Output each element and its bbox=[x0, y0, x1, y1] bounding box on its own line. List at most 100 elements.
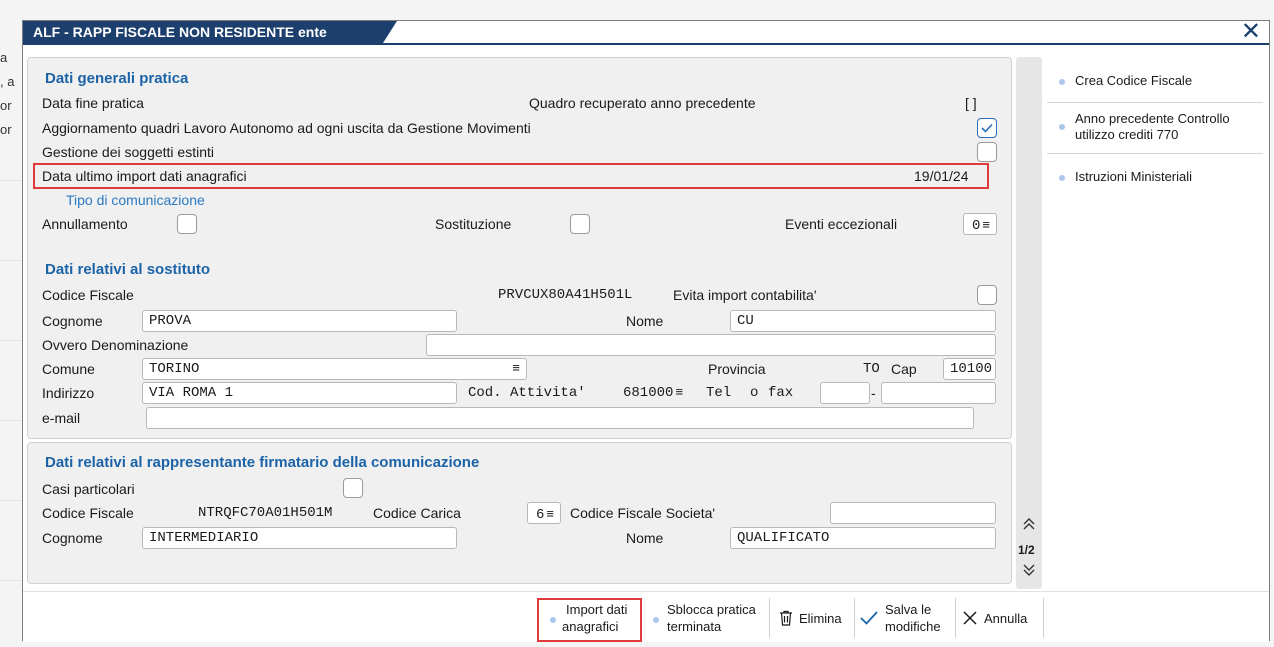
label-email: e-mail bbox=[42, 410, 81, 426]
value-quadro-recuperato: [ ] bbox=[965, 95, 977, 111]
bullet-icon bbox=[550, 617, 556, 623]
toolbar-separator bbox=[854, 598, 855, 638]
input-comune[interactable]: TORINO ≡ bbox=[142, 358, 527, 380]
label-annullamento: Annullamento bbox=[42, 216, 128, 232]
label-casi-particolari: Casi particolari bbox=[42, 481, 135, 497]
checkbox-sostituzione[interactable] bbox=[570, 214, 590, 234]
checkbox-evita-import[interactable] bbox=[977, 285, 997, 305]
label-codice-fiscale-rappresentante: Codice Fiscale bbox=[42, 505, 134, 521]
value-cod-attivita[interactable]: 681000 ≡ bbox=[623, 385, 683, 401]
background-divider bbox=[0, 500, 22, 501]
label-data-fine-pratica: Data fine pratica bbox=[42, 95, 144, 111]
cod-attivita-text: 681000 bbox=[623, 385, 674, 401]
dialog-title: ALF - RAPP FISCALE NON RESIDENTE ente bbox=[23, 21, 383, 43]
side-separator bbox=[1047, 153, 1263, 154]
value-provincia[interactable]: TO bbox=[863, 361, 880, 377]
trash-icon bbox=[779, 610, 793, 630]
label-evita-import: Evita import contabilita' bbox=[673, 287, 817, 303]
section-title-general: Dati generali pratica bbox=[45, 70, 189, 87]
sblocca-pratica-button[interactable]: Sblocca pratica terminata bbox=[649, 598, 764, 640]
action-label: Crea Codice Fiscale bbox=[1075, 73, 1193, 88]
label-o: o bbox=[750, 385, 759, 401]
double-chevron-up-icon[interactable] bbox=[1022, 517, 1036, 534]
label-cognome-rappresentante: Cognome bbox=[42, 530, 103, 546]
button-label-line2: terminata bbox=[667, 619, 722, 634]
menu-icon: ≡ bbox=[512, 361, 520, 376]
action-label: Istruzioni Ministeriali bbox=[1075, 169, 1193, 184]
background-text: or bbox=[0, 122, 12, 137]
page-scrollbar[interactable]: 1/2 bbox=[1016, 57, 1042, 589]
bullet-icon bbox=[653, 617, 659, 623]
bullet-icon bbox=[1059, 79, 1065, 85]
general-panel: Dati generali pratica Data fine pratica … bbox=[27, 57, 1012, 439]
label-ovvero-denominazione: Ovvero Denominazione bbox=[42, 337, 189, 353]
background-divider bbox=[0, 180, 22, 181]
bullet-icon bbox=[1059, 175, 1065, 181]
label-eventi-eccezionali: Eventi eccezionali bbox=[785, 216, 898, 232]
select-codice-carica[interactable]: 6 ≡ bbox=[527, 502, 561, 524]
menu-icon: ≡ bbox=[675, 385, 684, 400]
input-indirizzo[interactable]: VIA ROMA 1 bbox=[142, 382, 457, 404]
label-cf-societa: Codice Fiscale Societa' bbox=[570, 505, 716, 521]
button-label-line2: anagrafici bbox=[562, 619, 619, 634]
value-codice-fiscale-sostituto[interactable]: PRVCUX80A41H501L bbox=[498, 287, 632, 303]
menu-icon: ≡ bbox=[982, 217, 990, 232]
tel-separator: - bbox=[871, 385, 876, 401]
background-divider bbox=[0, 580, 22, 581]
input-cf-societa[interactable] bbox=[830, 502, 996, 524]
checkbox-casi-particolari[interactable] bbox=[343, 478, 363, 498]
label-cod-attivita: Cod. Attivita' bbox=[468, 385, 586, 401]
annulla-button[interactable]: Annulla bbox=[962, 598, 1042, 640]
background-text: or bbox=[0, 98, 12, 113]
close-icon[interactable]: ✕ bbox=[1241, 20, 1261, 44]
double-chevron-down-icon[interactable] bbox=[1022, 563, 1036, 580]
side-separator bbox=[1047, 102, 1263, 103]
salva-modifiche-button[interactable]: Salva le modifiche bbox=[859, 598, 954, 640]
label-codice-carica: Codice Carica bbox=[373, 505, 461, 521]
check-icon bbox=[859, 610, 879, 630]
background-divider bbox=[0, 260, 22, 261]
background-divider bbox=[0, 420, 22, 421]
label-quadro-recuperato: Quadro recuperato anno precedente bbox=[529, 95, 756, 111]
value-data-ultimo-import: 19/01/24 bbox=[914, 168, 969, 184]
input-nome-sostituto[interactable]: CU bbox=[730, 310, 996, 332]
input-nome-rappresentante[interactable]: QUALIFICATO bbox=[730, 527, 996, 549]
toolbar-separator bbox=[955, 598, 956, 638]
label-sostituzione: Sostituzione bbox=[435, 216, 512, 232]
label-provincia: Provincia bbox=[708, 361, 766, 377]
button-label-line1: Salva le bbox=[885, 602, 932, 617]
menu-icon: ≡ bbox=[546, 506, 554, 521]
action-label-line2: utilizzo crediti 770 bbox=[1075, 127, 1179, 142]
background-divider bbox=[0, 340, 22, 341]
checkbox-gestione-soggetti[interactable] bbox=[977, 142, 997, 162]
page-indicator: 1/2 bbox=[1018, 543, 1035, 557]
subtitle-tipo-comunicazione: Tipo di comunicazione bbox=[66, 192, 205, 208]
toolbar-separator bbox=[1043, 598, 1044, 638]
button-label-line1: Sblocca pratica bbox=[667, 602, 756, 617]
input-tel-number[interactable] bbox=[881, 382, 996, 404]
select-eventi-eccezionali[interactable]: 0 ≡ bbox=[963, 213, 997, 235]
label-comune: Comune bbox=[42, 361, 95, 377]
checkbox-annullamento[interactable] bbox=[177, 214, 197, 234]
value-codice-carica: 6 bbox=[536, 507, 545, 523]
elimina-button[interactable]: Elimina bbox=[777, 598, 853, 640]
input-tel-prefix[interactable] bbox=[820, 382, 870, 404]
value-codice-fiscale-rappresentante[interactable]: NTRQFC70A01H501M bbox=[198, 505, 332, 521]
button-label: Annulla bbox=[984, 611, 1028, 626]
background-text: a bbox=[0, 50, 8, 65]
import-dati-anagrafici-button[interactable]: Import dati anagrafici bbox=[550, 598, 640, 640]
title-underline bbox=[23, 43, 1269, 45]
input-cognome-sostituto[interactable]: PROVA bbox=[142, 310, 457, 332]
label-fax: fax bbox=[768, 385, 794, 401]
input-email[interactable] bbox=[146, 407, 974, 429]
bottom-toolbar: Import dati anagrafici Sblocca pratica t… bbox=[23, 591, 1269, 642]
checkbox-aggiornamento-quadri[interactable] bbox=[977, 118, 997, 138]
bullet-icon bbox=[1059, 124, 1065, 130]
input-cap[interactable]: 10100 bbox=[943, 358, 996, 380]
button-label-line2: modifiche bbox=[885, 619, 941, 634]
label-nome-rappresentante: Nome bbox=[626, 530, 664, 546]
input-cognome-rappresentante[interactable]: INTERMEDIARIO bbox=[142, 527, 457, 549]
label-cognome-sostituto: Cognome bbox=[42, 313, 103, 329]
label-gestione-soggetti: Gestione dei soggetti estinti bbox=[42, 144, 214, 160]
input-ovvero-denominazione[interactable] bbox=[426, 334, 996, 356]
